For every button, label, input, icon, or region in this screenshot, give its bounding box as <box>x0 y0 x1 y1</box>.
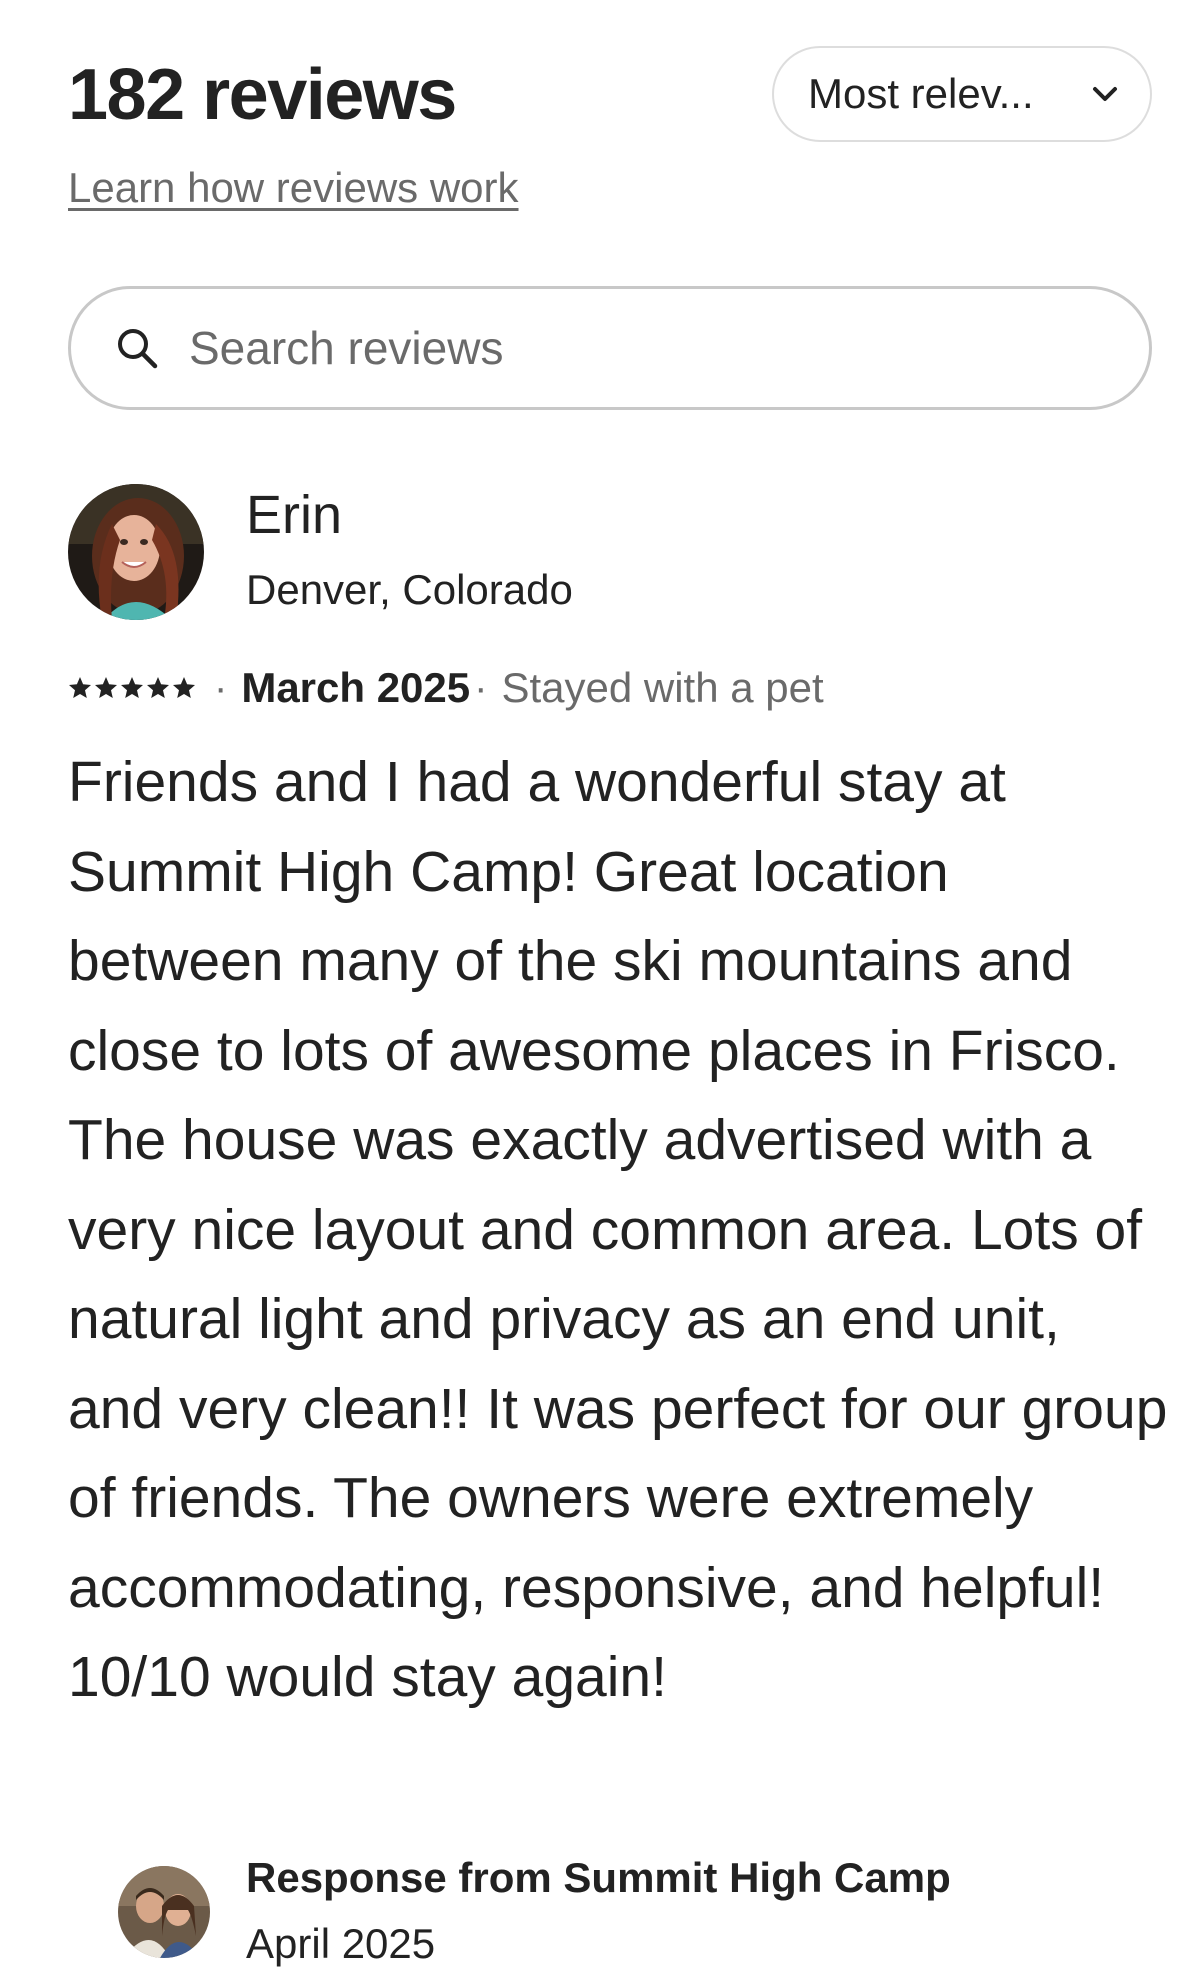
search-input[interactable] <box>187 320 1011 376</box>
separator-dot: · <box>214 665 228 710</box>
reviewer-location: Denver, Colorado <box>246 566 573 613</box>
star-icon <box>95 677 117 698</box>
star-rating <box>68 676 196 700</box>
search-reviews-box[interactable] <box>68 286 1152 410</box>
learn-how-reviews-work-link[interactable]: Learn how reviews work <box>68 162 519 214</box>
response-date: April 2025 <box>246 1920 436 1967</box>
chevron-down-icon <box>1090 79 1120 109</box>
search-icon <box>115 325 161 371</box>
review-meta-row: · March 2025 · Stayed with a pet <box>68 660 824 716</box>
response-title: Response from Summit High Camp <box>246 1854 951 1901</box>
star-icon <box>173 677 195 698</box>
stay-note: Stayed with a pet <box>501 664 824 711</box>
review-body: Friends and I had a wonderful stay at Su… <box>68 750 1168 1709</box>
sort-dropdown-button[interactable]: Most relev... <box>772 46 1152 142</box>
review-date: March 2025 <box>241 664 471 711</box>
star-icon <box>147 677 169 698</box>
star-icon <box>121 677 143 698</box>
separator-dot: · <box>474 665 488 710</box>
reviews-page: 182 reviews Most relev... Learn how revi… <box>0 0 1200 1982</box>
host-avatar <box>118 1866 210 1958</box>
review-count-title: 182 reviews <box>68 55 457 135</box>
reviewer-name[interactable]: Erin <box>246 482 342 548</box>
sort-label: Most relev... <box>808 70 1034 117</box>
reviewer-avatar[interactable] <box>68 484 204 620</box>
star-icon <box>69 677 91 698</box>
